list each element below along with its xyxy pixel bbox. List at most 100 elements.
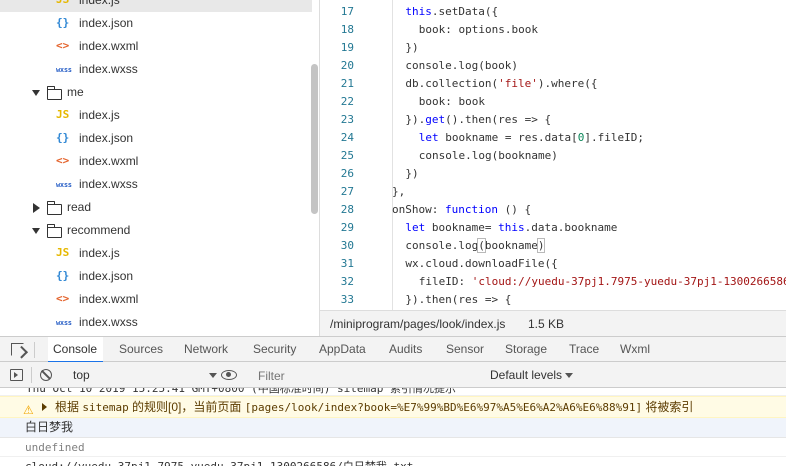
file-label: index.wxml: [79, 39, 139, 53]
code-line[interactable]: 29 let bookname= this.data.bookname: [320, 219, 786, 237]
file-item[interactable]: wxss index.wxss: [0, 311, 312, 334]
folder-label: recommend: [67, 223, 131, 237]
file-label: index.js: [79, 246, 120, 260]
file-label: index.wxss: [79, 62, 138, 76]
code-token: }).: [405, 113, 426, 126]
folder-icon: [46, 201, 62, 215]
code-token: ): [536, 238, 546, 253]
console-log: 白日梦我: [0, 418, 786, 438]
code-line[interactable]: 27},: [320, 183, 786, 201]
file-item[interactable]: wxss index.wxss: [0, 173, 312, 196]
file-item[interactable]: {} index.json: [0, 12, 312, 35]
chevron-down-icon[interactable]: [209, 373, 217, 378]
file-item[interactable]: JS index.js: [0, 104, 312, 127]
json-file-icon: {}: [56, 269, 70, 282]
file-item[interactable]: {} index.json: [0, 265, 312, 288]
code-line[interactable]: 24 let bookname = res.data[0].fileID;: [320, 129, 786, 147]
code-token: ).where({: [537, 77, 598, 90]
code-line[interactable]: 21 db.collection('file').where({: [320, 75, 786, 93]
code-line[interactable]: 26}): [320, 165, 786, 183]
tab-appdata[interactable]: AppData: [315, 337, 370, 362]
code-line[interactable]: 33}).then(res => {: [320, 291, 786, 309]
code-line[interactable]: 18 book: options.book: [320, 21, 786, 39]
file-item[interactable]: JS index.js: [0, 0, 312, 12]
inspect-element-icon[interactable]: [11, 343, 24, 356]
line-number: 20: [340, 59, 354, 72]
chevron-down-icon[interactable]: [565, 373, 573, 378]
divider: [34, 342, 35, 358]
code-line[interactable]: 22 book: book: [320, 93, 786, 111]
line-number: 27: [340, 185, 354, 198]
code-line[interactable]: 17 this.setData({: [320, 3, 786, 21]
clear-console-icon[interactable]: [40, 369, 52, 381]
tab-sources[interactable]: Sources: [115, 337, 167, 362]
line-number: 29: [340, 221, 354, 234]
tab-trace[interactable]: Trace: [565, 337, 603, 362]
tab-storage[interactable]: Storage: [501, 337, 551, 362]
expand-arrow-icon[interactable]: [42, 403, 47, 411]
tab-security[interactable]: Security: [249, 337, 300, 362]
code-line[interactable]: 30 console.log(bookname): [320, 237, 786, 255]
file-item[interactable]: <> index.wxml: [0, 35, 312, 58]
file-label: index.json: [79, 131, 134, 145]
eye-icon[interactable]: [221, 370, 237, 380]
code-line[interactable]: 28 onShow: function () {: [320, 201, 786, 219]
tree-scrollbar[interactable]: [311, 64, 318, 214]
folder-me[interactable]: me: [0, 81, 312, 104]
code-line[interactable]: 23}).get().then(res => {: [320, 111, 786, 129]
code-token: onShow:: [392, 203, 445, 216]
file-item[interactable]: wxss index.wxss: [0, 58, 312, 81]
show-sidebar-icon[interactable]: [10, 369, 23, 381]
code-text: }): [405, 39, 418, 57]
filter-input[interactable]: [252, 366, 482, 385]
console-warning[interactable]: ⚠ 根据 sitemap 的规则[0]，当前页面 [pages/look/ind…: [0, 396, 786, 418]
console-toolbar: top Default levels: [0, 362, 786, 388]
code-token: (: [477, 238, 486, 253]
folder-read[interactable]: read: [0, 196, 312, 219]
file-label: index.js: [79, 0, 120, 7]
code-text: fileID: 'cloud://yuedu-37pj1.7975-yuedu-…: [419, 273, 786, 291]
folder-recommend[interactable]: recommend: [0, 219, 312, 242]
code-token: }).then(res => {: [405, 293, 512, 306]
code-text: wx.cloud.downloadFile({: [405, 255, 557, 273]
tab-network[interactable]: Network: [180, 337, 232, 362]
warning-text: 根据 sitemap 的规则[0]，当前页面 [pages/look/index…: [55, 400, 694, 414]
chevron-down-icon[interactable]: [32, 228, 40, 234]
code-line[interactable]: 19}): [320, 39, 786, 57]
code-token: this: [498, 221, 525, 234]
chevron-right-icon[interactable]: [33, 203, 40, 213]
code-line[interactable]: 32 fileID: 'cloud://yuedu-37pj1.7975-yued…: [320, 273, 786, 291]
console-message: Thu Oct 10 2019 15:25:41 GMT+0800 (中国标准时…: [0, 388, 786, 396]
tab-sensor[interactable]: Sensor: [442, 337, 488, 362]
wxml-file-icon: <>: [56, 292, 70, 305]
file-label: index.wxml: [79, 154, 139, 168]
code-line[interactable]: 20 console.log(book): [320, 57, 786, 75]
tab-console[interactable]: Console: [48, 337, 104, 363]
code-token: db.collection(: [405, 77, 499, 90]
file-label: index.js: [79, 108, 120, 122]
code-line[interactable]: 25 console.log(bookname): [320, 147, 786, 165]
line-number: 22: [340, 95, 354, 108]
code-editor[interactable]: 17 this.setData({18 book: options.book 19})…: [320, 0, 786, 310]
code-token: let: [418, 131, 439, 144]
code-line[interactable]: 31 wx.cloud.downloadFile({: [320, 255, 786, 273]
code-text: db.collection('file').where({: [405, 75, 597, 93]
file-item[interactable]: <> index.wxml: [0, 288, 312, 311]
code-token: },: [392, 185, 406, 198]
code-token: this: [405, 5, 432, 18]
tab-wxml[interactable]: Wxml: [616, 337, 654, 362]
json-file-icon: {}: [56, 16, 70, 29]
chevron-down-icon[interactable]: [32, 90, 40, 96]
file-item[interactable]: {} index.json: [0, 127, 312, 150]
context-selector[interactable]: top: [66, 366, 206, 384]
code-token: bookname=: [425, 221, 499, 234]
log-levels-selector[interactable]: Default levels: [490, 366, 562, 384]
file-item[interactable]: <> index.wxml: [0, 150, 312, 173]
divider: [31, 367, 32, 383]
file-size: 1.5 KB: [528, 316, 565, 331]
file-label: index.json: [79, 16, 134, 30]
file-item[interactable]: JS index.js: [0, 242, 312, 265]
code-text: let bookname = res.data[0].fileID;: [419, 129, 644, 147]
tab-audits[interactable]: Audits: [385, 337, 426, 362]
folder-open-icon: [46, 224, 62, 238]
